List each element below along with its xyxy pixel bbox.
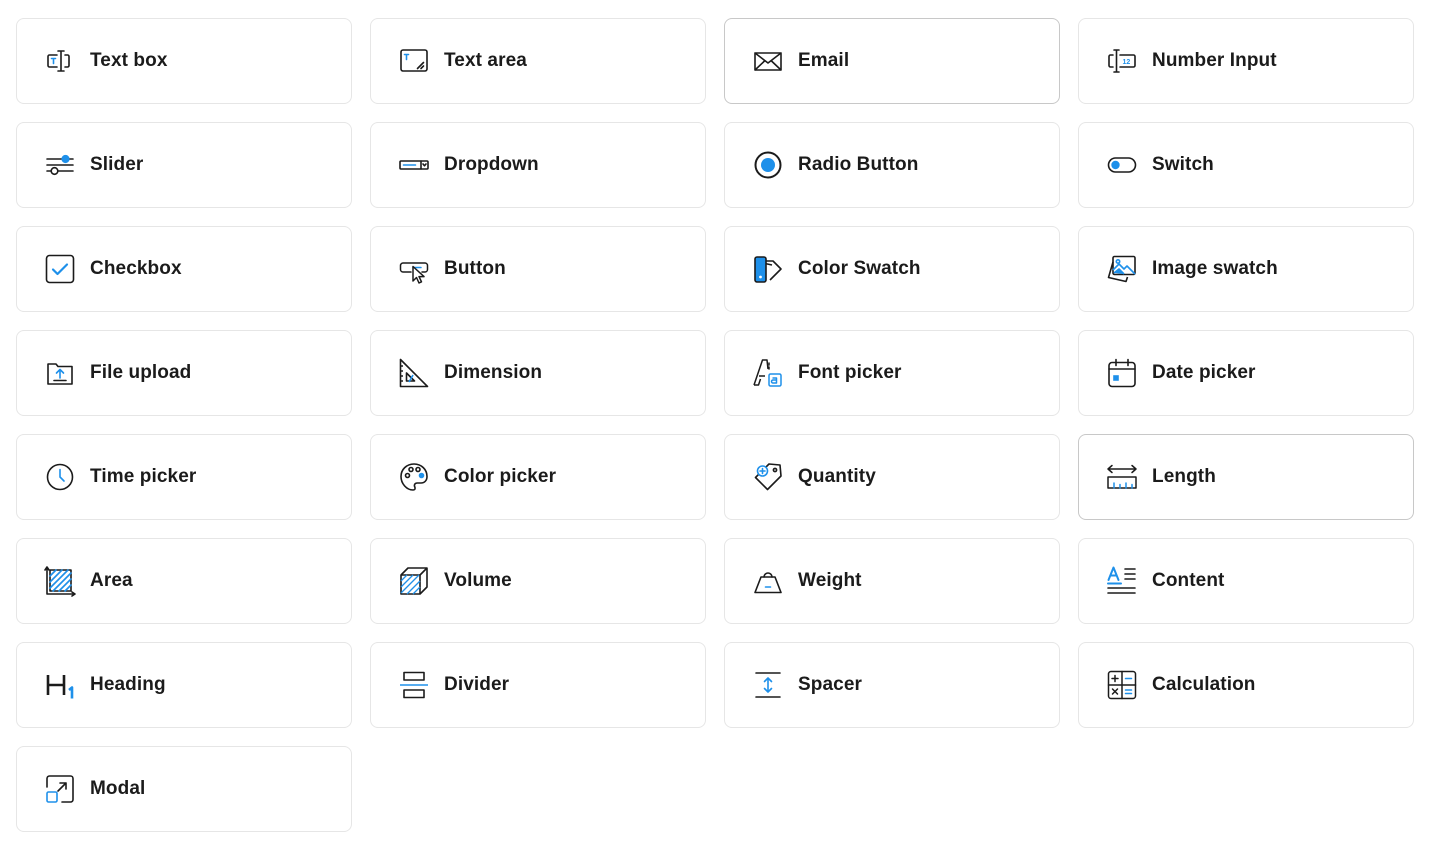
file-upload-icon xyxy=(44,357,76,389)
field-card-label: Volume xyxy=(444,570,512,591)
calculation-icon xyxy=(1106,669,1138,701)
field-card-label: Dropdown xyxy=(444,154,539,175)
quantity-icon xyxy=(752,461,784,493)
button-icon xyxy=(398,253,430,285)
content-icon xyxy=(1106,565,1138,597)
field-card-label: Length xyxy=(1152,466,1216,487)
field-card-button[interactable]: Button xyxy=(370,226,706,312)
dimension-icon xyxy=(398,357,430,389)
svg-text:12: 12 xyxy=(1123,59,1131,66)
weight-icon xyxy=(752,565,784,597)
field-card-color-swatch[interactable]: Color Swatch xyxy=(724,226,1060,312)
color-picker-icon xyxy=(398,461,430,493)
field-card-content[interactable]: Content xyxy=(1078,538,1414,624)
field-card-label: Heading xyxy=(90,674,166,695)
field-card-label: Date picker xyxy=(1152,362,1256,383)
field-card-date-picker[interactable]: Date picker xyxy=(1078,330,1414,416)
field-card-label: Weight xyxy=(798,570,862,591)
field-card-label: Switch xyxy=(1152,154,1214,175)
field-card-number-input[interactable]: 12 Number Input xyxy=(1078,18,1414,104)
volume-icon xyxy=(398,565,430,597)
field-card-label: Button xyxy=(444,258,506,279)
field-card-label: Color Swatch xyxy=(798,258,921,279)
field-card-label: File upload xyxy=(90,362,192,383)
field-card-modal[interactable]: Modal xyxy=(16,746,352,832)
field-card-label: Spacer xyxy=(798,674,862,695)
field-card-switch[interactable]: Switch xyxy=(1078,122,1414,208)
modal-icon xyxy=(44,773,76,805)
field-card-label: Content xyxy=(1152,570,1225,591)
field-card-label: Checkbox xyxy=(90,258,182,279)
field-card-text-box[interactable]: Text box xyxy=(16,18,352,104)
field-card-volume[interactable]: Volume xyxy=(370,538,706,624)
field-card-text-area[interactable]: Text area xyxy=(370,18,706,104)
field-card-divider[interactable]: Divider xyxy=(370,642,706,728)
field-card-length[interactable]: Length xyxy=(1078,434,1414,520)
field-card-label: Quantity xyxy=(798,466,876,487)
radio-button-icon xyxy=(752,149,784,181)
field-card-label: Email xyxy=(798,50,850,71)
field-card-label: Image swatch xyxy=(1152,258,1278,279)
heading-icon xyxy=(44,669,76,701)
field-card-label: Number Input xyxy=(1152,50,1277,71)
field-card-label: Text box xyxy=(90,50,168,71)
field-card-label: Font picker xyxy=(798,362,902,383)
field-card-label: Dimension xyxy=(444,362,543,383)
field-card-dimension[interactable]: Dimension xyxy=(370,330,706,416)
dropdown-icon xyxy=(398,149,430,181)
field-card-slider[interactable]: Slider xyxy=(16,122,352,208)
color-swatch-icon xyxy=(752,253,784,285)
field-card-label: Modal xyxy=(90,778,146,799)
field-card-quantity[interactable]: Quantity xyxy=(724,434,1060,520)
field-card-label: Color picker xyxy=(444,466,557,487)
font-picker-icon xyxy=(752,357,784,389)
field-card-font-picker[interactable]: Font picker xyxy=(724,330,1060,416)
field-card-checkbox[interactable]: Checkbox xyxy=(16,226,352,312)
field-card-area[interactable]: Area xyxy=(16,538,352,624)
field-card-email[interactable]: Email xyxy=(724,18,1060,104)
time-picker-icon xyxy=(44,461,76,493)
field-card-label: Radio Button xyxy=(798,154,919,175)
field-card-radio-button[interactable]: Radio Button xyxy=(724,122,1060,208)
field-card-label: Slider xyxy=(90,154,144,175)
number-input-icon: 12 xyxy=(1106,45,1138,77)
text-box-icon xyxy=(44,45,76,77)
field-card-label: Time picker xyxy=(90,466,197,487)
field-card-color-picker[interactable]: Color picker xyxy=(370,434,706,520)
field-card-time-picker[interactable]: Time picker xyxy=(16,434,352,520)
field-card-file-upload[interactable]: File upload xyxy=(16,330,352,416)
field-card-dropdown[interactable]: Dropdown xyxy=(370,122,706,208)
field-card-label: Calculation xyxy=(1152,674,1256,695)
image-swatch-icon xyxy=(1106,253,1138,285)
spacer-icon xyxy=(752,669,784,701)
email-icon xyxy=(752,45,784,77)
field-card-heading[interactable]: Heading xyxy=(16,642,352,728)
field-card-spacer[interactable]: Spacer xyxy=(724,642,1060,728)
area-icon xyxy=(44,565,76,597)
field-card-image-swatch[interactable]: Image swatch xyxy=(1078,226,1414,312)
field-type-grid: Text box Text area Email 12 Number Input… xyxy=(16,18,1414,832)
length-icon xyxy=(1106,461,1138,493)
divider-icon xyxy=(398,669,430,701)
slider-icon xyxy=(44,149,76,181)
switch-icon xyxy=(1106,149,1138,181)
field-card-weight[interactable]: Weight xyxy=(724,538,1060,624)
field-card-label: Divider xyxy=(444,674,510,695)
field-card-calculation[interactable]: Calculation xyxy=(1078,642,1414,728)
field-card-label: Area xyxy=(90,570,133,591)
text-area-icon xyxy=(398,45,430,77)
checkbox-icon xyxy=(44,253,76,285)
date-picker-icon xyxy=(1106,357,1138,389)
field-card-label: Text area xyxy=(444,50,527,71)
